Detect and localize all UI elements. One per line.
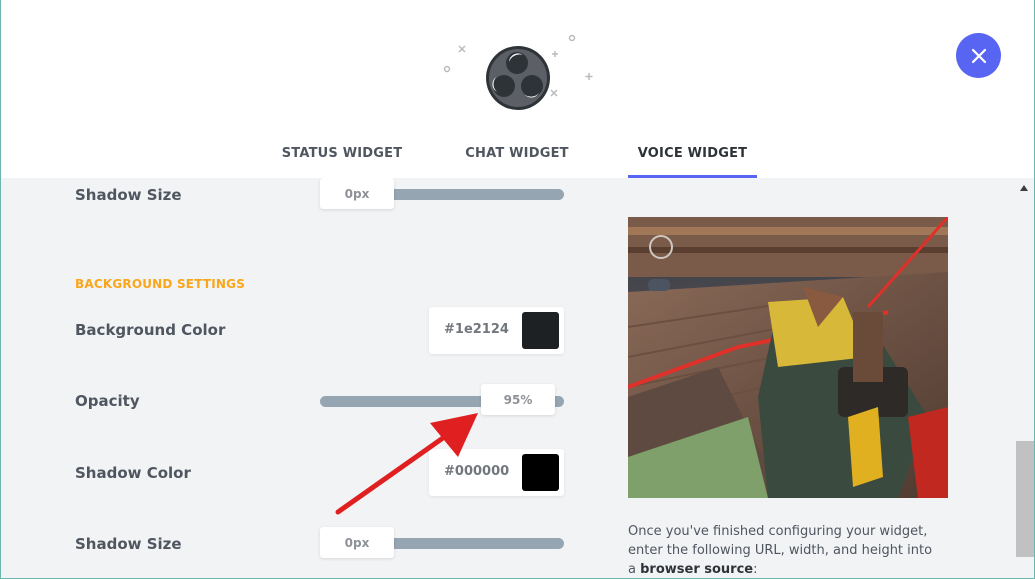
background-color-picker[interactable]: #1e2124 — [429, 307, 564, 354]
shadow-color-label: Shadow Color — [75, 464, 191, 482]
opacity-slider-handle[interactable]: 95% — [481, 384, 555, 415]
instructions-line-1: Once you've finished configuring your wi… — [628, 524, 928, 539]
tab-chat-widget[interactable]: CHAT WIDGET — [452, 140, 582, 178]
shadow-color-swatch[interactable] — [522, 454, 559, 491]
instructions-line-3-prefix: a — [628, 562, 641, 577]
tab-status-widget[interactable]: STATUS WIDGET — [272, 140, 412, 178]
tab-voice-widget[interactable]: VOICE WIDGET — [628, 140, 757, 178]
close-icon — [971, 48, 986, 63]
settings-panel: Shadow Size 0px BACKGROUND SETTINGS Back… — [0, 178, 1035, 579]
red-arrow-annotation — [335, 413, 478, 515]
background-color-label: Background Color — [75, 321, 226, 339]
shadow-size-label-2: Shadow Size — [75, 535, 182, 553]
instructions-line-2: enter the following URL, width, and heig… — [628, 543, 933, 558]
shadow-size-slider-handle-2[interactable]: 0px — [320, 527, 394, 558]
close-button[interactable] — [956, 33, 1001, 78]
shadow-size-slider-handle[interactable]: 0px — [320, 178, 394, 209]
obs-logo-icon — [437, 30, 602, 120]
scroll-up-arrow-icon[interactable] — [1020, 185, 1028, 191]
browser-source-text: browser source — [640, 562, 754, 577]
shadow-size-label: Shadow Size — [75, 186, 182, 204]
widget-preview-image — [628, 217, 948, 498]
modal-header: STATUS WIDGET CHAT WIDGET VOICE WIDGET — [0, 0, 1035, 178]
background-color-swatch[interactable] — [522, 312, 559, 349]
instructions-line-3: a browser source: — [628, 560, 948, 579]
scrollbar[interactable] — [1016, 178, 1034, 579]
scrollbar-thumb[interactable] — [1016, 441, 1034, 557]
instructions-text: Once you've finished configuring your wi… — [628, 522, 948, 579]
background-color-hex: #1e2124 — [444, 322, 509, 337]
opacity-label: Opacity — [75, 392, 140, 410]
background-settings-title: BACKGROUND SETTINGS — [75, 277, 246, 291]
instructions-line-3-suffix: : — [753, 562, 758, 577]
